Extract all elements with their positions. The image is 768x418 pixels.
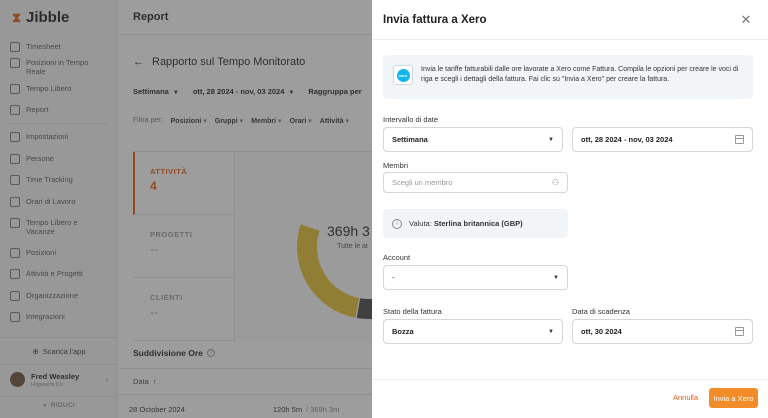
period-select[interactable]: Settimana ▼ (383, 127, 563, 152)
members-input[interactable]: Scegli un membro ⚇ (383, 172, 568, 193)
currency-info: i Valuta: Sterlina britannica (GBP) (383, 209, 568, 238)
cancel-button[interactable]: Annulla (673, 393, 698, 402)
xero-logo-icon: xero (393, 65, 413, 85)
info-text: Invia le tariffe fatturabili dalle ore l… (421, 66, 739, 83)
caret-down-icon: ▼ (548, 328, 554, 335)
info-icon: i (392, 218, 402, 229)
date-range-field[interactable]: ott, 28 2024 - nov, 03 2024 (572, 127, 753, 152)
due-date-label: Data di scadenza (572, 307, 630, 316)
invoice-status-select[interactable]: Bozza ▼ (383, 319, 563, 344)
members-label: Membri (383, 161, 409, 170)
close-icon[interactable]: ✕ (739, 13, 753, 27)
account-select[interactable]: - ▼ (383, 265, 568, 290)
panel-title: Invia fattura a Xero (372, 0, 768, 40)
app-root: ⧗ Jibble TimesheetPosizioni in Tempo Rea… (0, 0, 768, 418)
modal-backdrop[interactable] (0, 0, 372, 418)
add-person-icon: ⚇ (551, 178, 559, 187)
account-label: Account (383, 253, 411, 262)
calendar-icon (735, 327, 744, 336)
due-date-field[interactable]: ott, 30 2024 (572, 319, 753, 344)
send-to-xero-button[interactable]: Invia a Xero (709, 388, 758, 408)
invoice-status-label: Stato della fattura (383, 307, 442, 316)
calendar-icon (735, 135, 744, 144)
xero-invoice-panel: Invia fattura a Xero ✕ xero Invia le tar… (372, 0, 768, 418)
panel-footer: Annulla Invia a Xero (372, 379, 768, 418)
info-box: xero Invia le tariffe fatturabili dalle … (383, 55, 753, 99)
date-interval-label: Intervallo di date (383, 115, 439, 124)
caret-down-icon: ▼ (548, 136, 554, 143)
caret-down-icon: ▼ (553, 274, 559, 281)
